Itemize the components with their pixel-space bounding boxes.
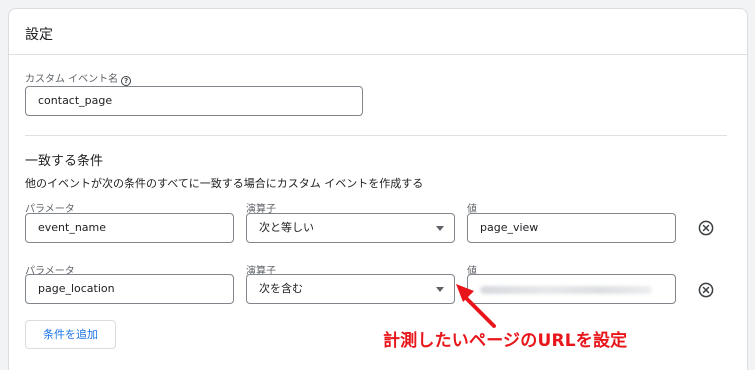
custom-event-name-input[interactable]: contact_page bbox=[25, 86, 363, 116]
operator-select[interactable]: 次と等しい bbox=[246, 213, 455, 243]
custom-event-name-label: カスタム イベント名? bbox=[25, 70, 132, 86]
help-icon[interactable]: ? bbox=[121, 76, 132, 86]
card-title: 設定 bbox=[25, 27, 53, 43]
operator-select[interactable]: 次を含む bbox=[246, 274, 455, 304]
annotation-arrow-icon bbox=[456, 284, 496, 328]
remove-condition-icon[interactable] bbox=[698, 220, 714, 236]
add-condition-button[interactable]: 条件を追加 bbox=[25, 320, 116, 349]
dropdown-arrow-icon bbox=[436, 287, 444, 292]
divider bbox=[25, 135, 727, 136]
settings-card: 設定 カスタム イベント名? contact_page 一致する条件 他のイベン… bbox=[8, 8, 748, 370]
conditions-description: 他のイベントが次の条件のすべてに一致する場合にカスタム イベントを作成する bbox=[25, 177, 424, 190]
operator-value: 次と等しい bbox=[259, 221, 314, 234]
dropdown-arrow-icon bbox=[436, 226, 444, 231]
parameter-input[interactable]: page_location bbox=[25, 274, 234, 304]
operator-value: 次を含む bbox=[259, 282, 303, 295]
blurred-url-value bbox=[480, 286, 652, 294]
remove-condition-icon[interactable] bbox=[698, 282, 714, 298]
parameter-input[interactable]: event_name bbox=[25, 213, 234, 243]
value-input[interactable]: page_view bbox=[467, 213, 676, 243]
conditions-title: 一致する条件 bbox=[25, 154, 104, 169]
divider bbox=[9, 54, 747, 55]
annotation-text: 計測したいページのURLを設定 bbox=[383, 331, 628, 351]
